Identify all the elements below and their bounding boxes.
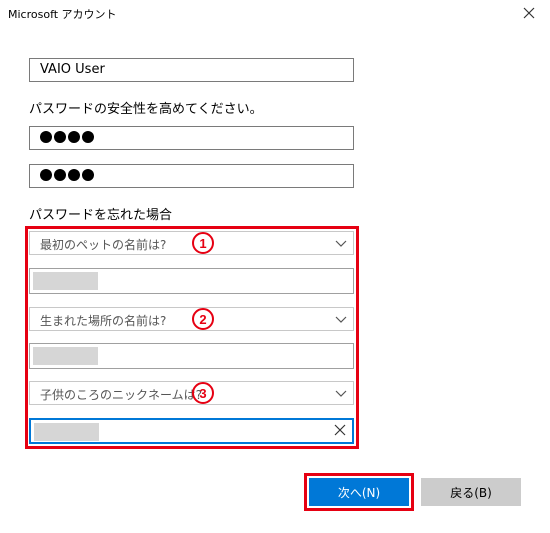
close-icon [523, 7, 535, 19]
password-field[interactable] [29, 126, 354, 150]
title-bar: Microsoft アカウント [0, 0, 550, 28]
confirm-password-dots [40, 169, 94, 181]
close-button[interactable] [516, 2, 542, 24]
next-button-highlight-box [304, 473, 414, 511]
back-button[interactable]: 戻る(B) [421, 478, 521, 506]
confirm-password-field[interactable] [29, 164, 354, 188]
password-dots [40, 131, 94, 143]
password-prompt: パスワードの安全性を高めてください。 [29, 102, 263, 117]
window-title: Microsoft アカウント [8, 8, 117, 21]
username-field[interactable]: VAIO User [29, 58, 354, 82]
username-value: VAIO User [40, 62, 105, 77]
questions-highlight-box [25, 226, 359, 449]
forgot-password-label: パスワードを忘れた場合 [29, 208, 173, 223]
